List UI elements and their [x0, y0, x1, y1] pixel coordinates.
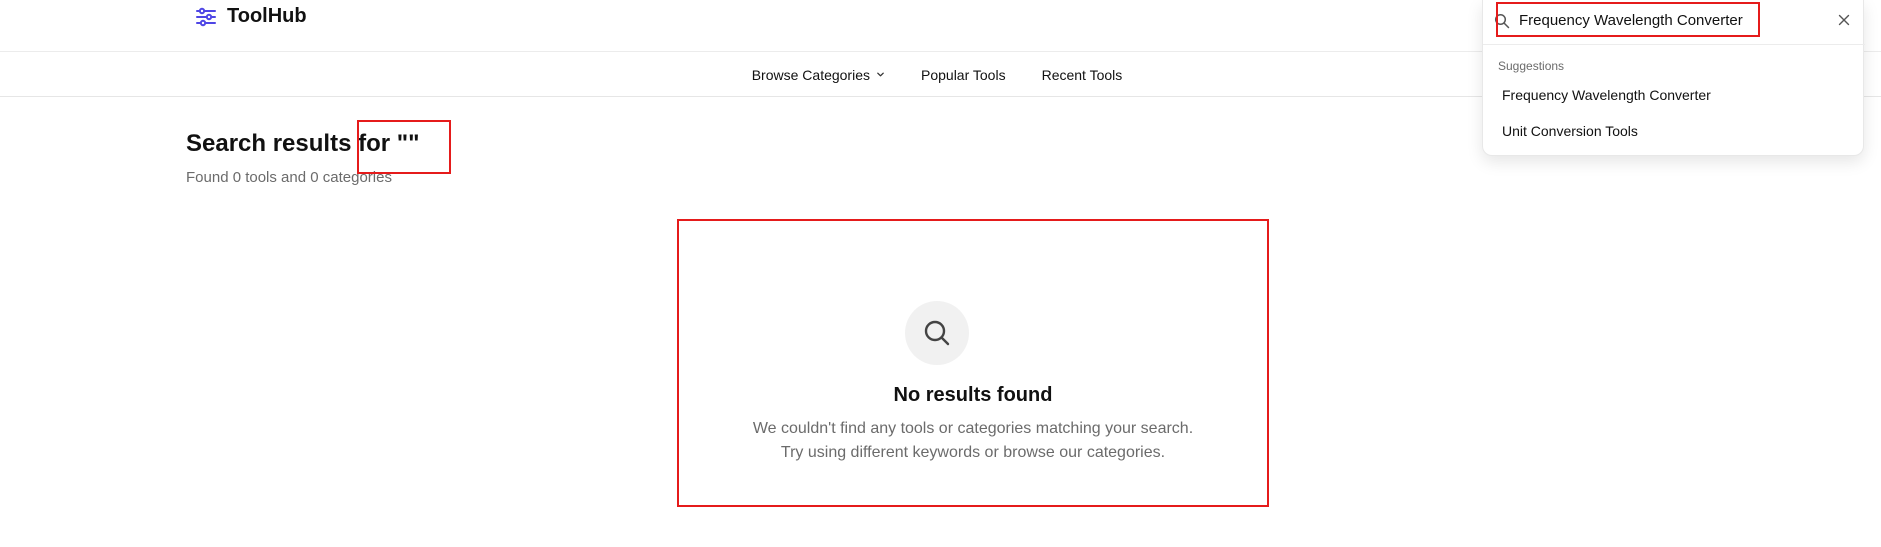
search-icon: [1494, 13, 1510, 29]
search-input[interactable]: [1519, 8, 1799, 32]
chevron-down-icon: [877, 72, 884, 77]
nav-recent-tools[interactable]: Recent Tools: [1042, 67, 1123, 83]
empty-state-icon-circle: [905, 301, 969, 365]
empty-state-message-1: We couldn't find any tools or categories…: [752, 420, 1194, 437]
search-icon: [924, 320, 950, 346]
search-panel: Suggestions Frequency Wavelength Convert…: [1482, 0, 1865, 156]
empty-state-message-2: Try using different keywords or browse o…: [780, 444, 1166, 461]
suggestions-label: Suggestions: [1498, 59, 1565, 73]
sliders-icon: [196, 7, 216, 26]
search-row: [1483, 0, 1865, 45]
nav-browse-categories[interactable]: Browse Categories: [752, 67, 885, 83]
empty-state-card: [677, 219, 1269, 507]
app-name: ToolHub: [227, 5, 307, 27]
nav-popular-tools[interactable]: Popular Tools: [921, 67, 1006, 83]
results-title: Search results for "": [186, 130, 420, 157]
nav-recent-tools-label: Recent Tools: [1041, 66, 1123, 83]
page: ToolHub Browse Categories Popular Tools …: [0, 0, 1881, 547]
empty-state-title: No results found: [893, 384, 1053, 406]
nav-browse-categories-label: Browse Categories: [751, 66, 870, 83]
nav-popular-tools-label: Popular Tools: [921, 66, 1006, 83]
suggestion-item[interactable]: Frequency Wavelength Converter: [1502, 87, 1711, 103]
suggestion-item[interactable]: Unit Conversion Tools: [1502, 123, 1638, 139]
logo[interactable]: ToolHub: [195, 5, 307, 28]
results-summary: Found 0 tools and 0 categories: [186, 169, 392, 186]
close-icon[interactable]: [1837, 13, 1851, 27]
